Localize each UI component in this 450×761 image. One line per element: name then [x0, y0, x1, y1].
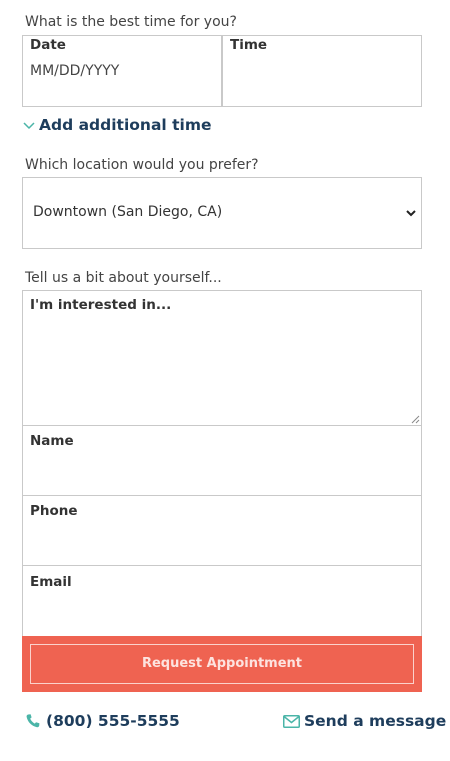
phone-link[interactable]: (800) 555-5555 — [25, 712, 180, 730]
add-additional-time-link[interactable]: Add additional time — [22, 116, 212, 134]
dropdown-arrow-icon — [406, 210, 416, 217]
request-appointment-button[interactable]: Request Appointment — [30, 644, 414, 684]
chevron-down-icon — [23, 122, 35, 130]
phone-field[interactable]: Phone — [22, 495, 422, 566]
time-field[interactable]: Time — [222, 35, 422, 107]
time-field-label: Time — [230, 37, 268, 53]
location-question-label: Which location would you prefer? — [25, 157, 259, 173]
name-field-label: Name — [30, 433, 74, 449]
date-field-label: Date — [30, 37, 66, 53]
send-message-link[interactable]: Send a message — [283, 712, 446, 730]
interest-field-label: I'm interested in... — [30, 297, 172, 313]
date-field-placeholder: MM/DD/YYYY — [30, 63, 120, 79]
interest-textarea[interactable]: I'm interested in... — [22, 290, 422, 426]
phone-field-label: Phone — [30, 503, 78, 519]
email-field-label: Email — [30, 574, 72, 590]
name-field[interactable]: Name — [22, 425, 422, 496]
resize-grip-icon[interactable] — [410, 414, 420, 424]
about-question-label: Tell us a bit about yourself... — [25, 270, 222, 286]
submit-container: Request Appointment — [22, 636, 422, 692]
send-message-label: Send a message — [304, 712, 447, 730]
email-field[interactable]: Email — [22, 565, 422, 637]
location-select-value: Downtown (San Diego, CA) — [33, 204, 223, 220]
phone-icon — [26, 714, 40, 728]
location-select[interactable]: Downtown (San Diego, CA) — [22, 177, 422, 249]
envelope-icon — [283, 714, 300, 728]
phone-number: (800) 555-5555 — [46, 712, 180, 730]
time-question-label: What is the best time for you? — [25, 14, 237, 30]
add-additional-time-label: Add additional time — [39, 116, 212, 134]
date-field[interactable]: Date MM/DD/YYYY — [22, 35, 222, 107]
